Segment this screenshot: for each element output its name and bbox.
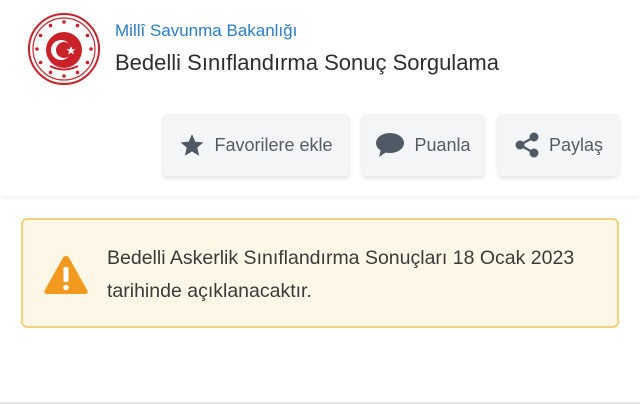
alert-message: Bedelli Askerlik Sınıflandırma Sonuçları… bbox=[107, 247, 575, 302]
favorite-button[interactable]: Favorilere ekle bbox=[163, 114, 349, 176]
page: Millî Savunma Bakanlığı Bedelli Sınıflan… bbox=[0, 0, 640, 404]
warning-icon bbox=[44, 256, 88, 294]
share-label: Paylaş bbox=[548, 134, 604, 155]
rate-button[interactable]: Puanla bbox=[362, 114, 484, 176]
announcement-alert: Bedelli Askerlik Sınıflandırma Sonuçları… bbox=[21, 218, 619, 328]
rate-label: Puanla bbox=[414, 134, 471, 155]
speech-bubble-icon bbox=[375, 132, 405, 158]
ministry-name[interactable]: Millî Savunma Bakanlığı bbox=[115, 21, 297, 41]
share-icon bbox=[514, 132, 540, 158]
favorite-label: Favorilere ekle bbox=[214, 134, 333, 155]
ministry-emblem-icon bbox=[28, 13, 100, 85]
star-icon bbox=[179, 133, 205, 158]
share-button[interactable]: Paylaş bbox=[498, 114, 619, 176]
page-title: Bedelli Sınıflandırma Sonuç Sorgulama bbox=[115, 50, 499, 75]
service-header: Millî Savunma Bakanlığı Bedelli Sınıflan… bbox=[0, 0, 640, 196]
